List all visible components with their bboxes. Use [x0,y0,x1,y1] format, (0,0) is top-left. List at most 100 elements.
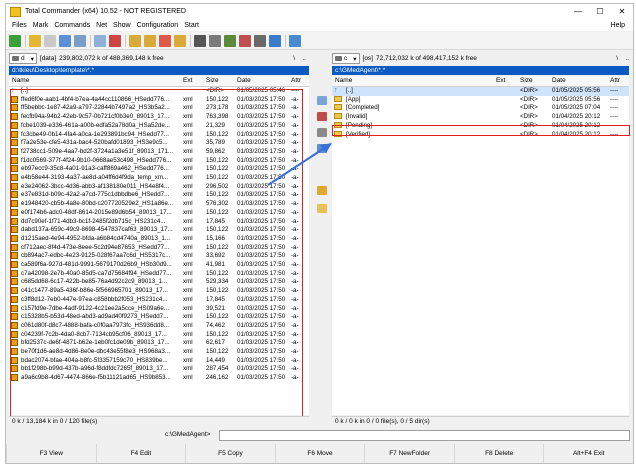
left-drive-select[interactable]: d ▾ [9,53,37,64]
left-header-ext[interactable]: Ext [183,76,192,86]
binoculars-icon[interactable] [194,34,206,47]
cell-attr: ---- [610,104,619,112]
ftp-new-icon[interactable] [174,34,186,47]
f4-edit-button[interactable]: F4 Edit [95,444,186,463]
chevron-down-icon: ▾ [353,55,357,63]
copy-names-icon[interactable] [254,34,266,47]
menu-net[interactable]: Net [96,22,107,29]
toolbar-separator [125,34,126,47]
parent-dir-icon: ↑ [334,87,338,94]
view-icon[interactable] [317,128,327,137]
move-icon[interactable] [317,112,327,121]
right-drive-bar: c ▾ [os] 72,712,032 k of 498,417,152 k f… [332,53,632,64]
right-file-list[interactable]: ↑ [..] <DIR> 01/05/2025 05:56 ---- [App] <DIR>… [332,87,629,415]
right-header-attr[interactable]: Attr [610,76,620,86]
help-icon[interactable] [289,34,301,47]
tree-view-icon[interactable] [59,34,71,47]
cell-name: [Completed] [346,104,380,112]
cell-date: 01/04/2025 20:12 [552,113,601,121]
cell-attr: ---- [610,113,619,121]
f5-copy-button[interactable]: F5 Copy [185,444,275,463]
right-parent-dir-row[interactable]: ↑ [..] <DIR> 01/05/2025 05:56 ---- [332,87,629,96]
full-view-icon[interactable] [44,34,56,47]
drive-icon [12,56,19,61]
title-bar: Total Commander (x64) 10.52 - NOT REGIST… [6,4,633,19]
right-header-name[interactable]: Name [335,76,352,86]
command-line-input[interactable] [219,430,630,441]
command-line: c:\GMedAgent> [6,429,633,441]
right-drive-label: [os] [362,55,373,62]
right-folder-row[interactable]: [Invalid] <DIR> 01/04/2025 20:12 ---- [332,113,629,122]
pack-icon[interactable] [129,34,141,47]
f8-delete-button[interactable]: F8 Delete [453,444,544,463]
new-folder-icon[interactable] [317,204,327,213]
right-drive-select[interactable]: c ▾ [332,53,360,64]
left-path-text: d:\tkieu\Desktop\template\*.* [12,67,95,74]
left-header-size[interactable]: Size [206,76,219,86]
notepad-icon[interactable] [269,34,281,47]
refresh-icon[interactable] [9,34,21,47]
right-up-button[interactable]: .. [625,55,629,62]
cell-size: <DIR> [520,104,538,112]
cell-date: 01/05/2025 07:04 [552,104,601,112]
pending-folder-highlight [332,125,630,136]
sort-icon[interactable] [94,34,106,47]
maximize-icon[interactable]: ☐ [589,4,611,19]
right-header-date[interactable]: Date [552,76,566,86]
ftp-icon[interactable] [159,34,171,47]
left-header-attr[interactable]: Attr [291,76,301,86]
cell-attr: ---- [610,87,619,94]
sync-icon[interactable] [224,34,236,47]
chevron-down-icon: ▾ [30,55,34,63]
compare-icon[interactable] [239,34,251,47]
invert-selection-icon[interactable] [109,34,121,47]
right-root-button[interactable]: \ [616,55,618,62]
f7-newfolder-button[interactable]: F7 NewFolder [364,444,454,463]
copy-icon[interactable] [317,96,327,105]
minimize-icon[interactable]: — [567,4,589,19]
cell-date: 01/05/2025 05:56 [552,95,601,103]
right-header-size[interactable]: Size [520,76,533,86]
right-header-ext[interactable]: Ext [496,76,505,86]
f6-move-button[interactable]: F6 Move [274,444,365,463]
brief-view-icon[interactable] [29,34,41,47]
left-free-space: 239,802,072 k of 488,369,148 k free [59,55,164,62]
menu-bar: Files Mark Commands Net Show Configurati… [6,19,633,31]
left-status-bar: 0 k / 13,184 k in 0 / 120 file(s) [9,416,309,427]
right-folder-row[interactable]: [Completed] <DIR> 01/05/2025 07:04 ---- [332,104,629,113]
left-path-bar[interactable]: d:\tkieu\Desktop\template\*.* [9,66,309,75]
menu-show[interactable]: Show [113,22,131,29]
menu-configuration[interactable]: Configuration [137,22,179,29]
menu-help[interactable]: Help [611,22,625,29]
left-drive-bar: d ▾ [data] 239,802,072 k of 488,369,148 … [9,53,309,64]
app-icon [10,6,21,17]
cell-date: 01/05/2025 05:56 [552,87,601,94]
drag-arrow-icon [267,143,332,186]
rename-icon[interactable] [209,34,221,47]
folder-icon [334,95,342,102]
left-header-date[interactable]: Date [237,76,251,86]
menu-start[interactable]: Start [184,22,199,29]
unpack-icon[interactable] [144,34,156,47]
left-drive-label: [data] [39,55,57,62]
toolbar-separator [25,34,26,47]
left-root-button[interactable]: \ [293,55,295,62]
menu-mark[interactable]: Mark [33,22,49,29]
left-column-headers: Name Ext Size Date Attr [9,76,309,87]
menu-files[interactable]: Files [12,22,27,29]
thumbnails-icon[interactable] [74,34,86,47]
f3-view-button[interactable]: F3 View [6,444,96,463]
close-icon[interactable]: ✕ [611,4,633,19]
left-header-name[interactable]: Name [12,76,29,86]
cell-attr: ---- [610,95,619,103]
function-key-bar: F3 View F4 Edit F5 Copy F6 Move F7 NewFo… [6,444,633,463]
right-path-text: c:\GMedAgent\*.* [335,67,386,74]
right-folder-row[interactable]: [App] <DIR> 01/05/2025 05:56 ---- [332,95,629,105]
right-path-bar[interactable]: c:\GMedAgent\*.* [332,66,629,75]
cell-name: [..] [346,87,353,94]
right-column-headers: Name Ext Size Date Attr [332,76,629,87]
menu-commands[interactable]: Commands [54,22,90,29]
vertical-button-bar [314,86,331,416]
left-up-button[interactable]: .. [302,55,306,62]
alt-f4-exit-button[interactable]: Alt+F4 Exit [543,444,633,463]
